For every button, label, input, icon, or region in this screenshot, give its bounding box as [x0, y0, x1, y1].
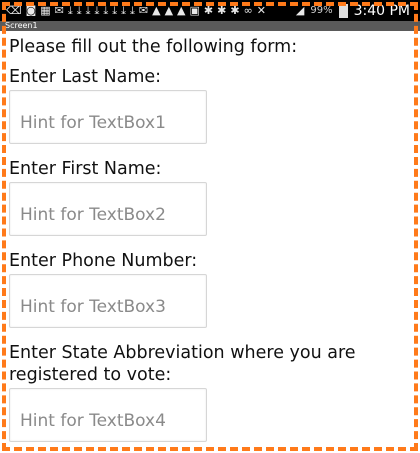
- mute-icon: ✕: [256, 5, 266, 16]
- mail-icon: ✉: [54, 5, 64, 16]
- mail-icon: ✉: [138, 5, 149, 16]
- back-icon: ⌫: [6, 5, 22, 16]
- phone-number-label: Enter Phone Number:: [9, 251, 198, 271]
- last-name-input[interactable]: [9, 90, 207, 144]
- download-icon: ⤓: [94, 5, 100, 16]
- clock: 3:40 PM: [353, 2, 410, 19]
- state-abbreviation-label: Enter State Abbreviation where you are r…: [9, 343, 356, 385]
- settings-icon: ✱: [203, 5, 214, 16]
- status-right: ◢ 99% 3:40 PM: [296, 3, 420, 19]
- title-bar: Screen1: [0, 21, 420, 31]
- app-screen: ⌫ ◙ ▦ ✉ ⤓ ⤓ ⤓ ⤓ ⤓ ⤓ ⤓ ⤓ ✉ ▲ ▲ ▲ ▣ ✱ ✱ ✱ …: [0, 0, 420, 453]
- state-abbreviation-input[interactable]: [9, 388, 207, 442]
- voicemail-icon: ∞: [243, 5, 253, 16]
- first-name-input[interactable]: [9, 182, 207, 236]
- form-content: Please fill out the following form: Ente…: [9, 36, 411, 442]
- battery-icon: [338, 3, 348, 18]
- settings-icon: ✱: [230, 5, 240, 16]
- settings-icon: ✱: [217, 5, 227, 16]
- download-icon: ⤓: [130, 5, 135, 16]
- download-icon: ⤓: [67, 5, 73, 16]
- download-icon: ⤓: [103, 5, 109, 16]
- download-icon: ⤓: [76, 5, 82, 16]
- calendar-icon: ▦: [40, 5, 51, 16]
- battery-percent: 99%: [310, 5, 333, 16]
- wifi-icon: ◢: [295, 4, 305, 17]
- image-icon: ▣: [189, 5, 200, 16]
- download-icon: ⤓: [112, 5, 118, 16]
- warning-icon: ▲: [177, 5, 186, 16]
- warning-icon: ▲: [152, 5, 161, 16]
- download-icon: ⤓: [121, 5, 126, 16]
- signal-icon: ◙: [25, 5, 37, 16]
- form-heading: Please fill out the following form:: [9, 37, 298, 57]
- notification-icons: ⌫ ◙ ▦ ✉ ⤓ ⤓ ⤓ ⤓ ⤓ ⤓ ⤓ ⤓ ✉ ▲ ▲ ▲ ▣ ✱ ✱ ✱ …: [0, 5, 296, 16]
- first-name-label: Enter First Name:: [9, 159, 162, 179]
- last-name-label: Enter Last Name:: [9, 67, 162, 87]
- warning-icon: ▲: [164, 5, 174, 16]
- download-icon: ⤓: [85, 5, 91, 16]
- status-bar: ⌫ ◙ ▦ ✉ ⤓ ⤓ ⤓ ⤓ ⤓ ⤓ ⤓ ⤓ ✉ ▲ ▲ ▲ ▣ ✱ ✱ ✱ …: [0, 0, 420, 21]
- phone-number-input[interactable]: [9, 274, 207, 328]
- screen-title: Screen1: [5, 21, 38, 30]
